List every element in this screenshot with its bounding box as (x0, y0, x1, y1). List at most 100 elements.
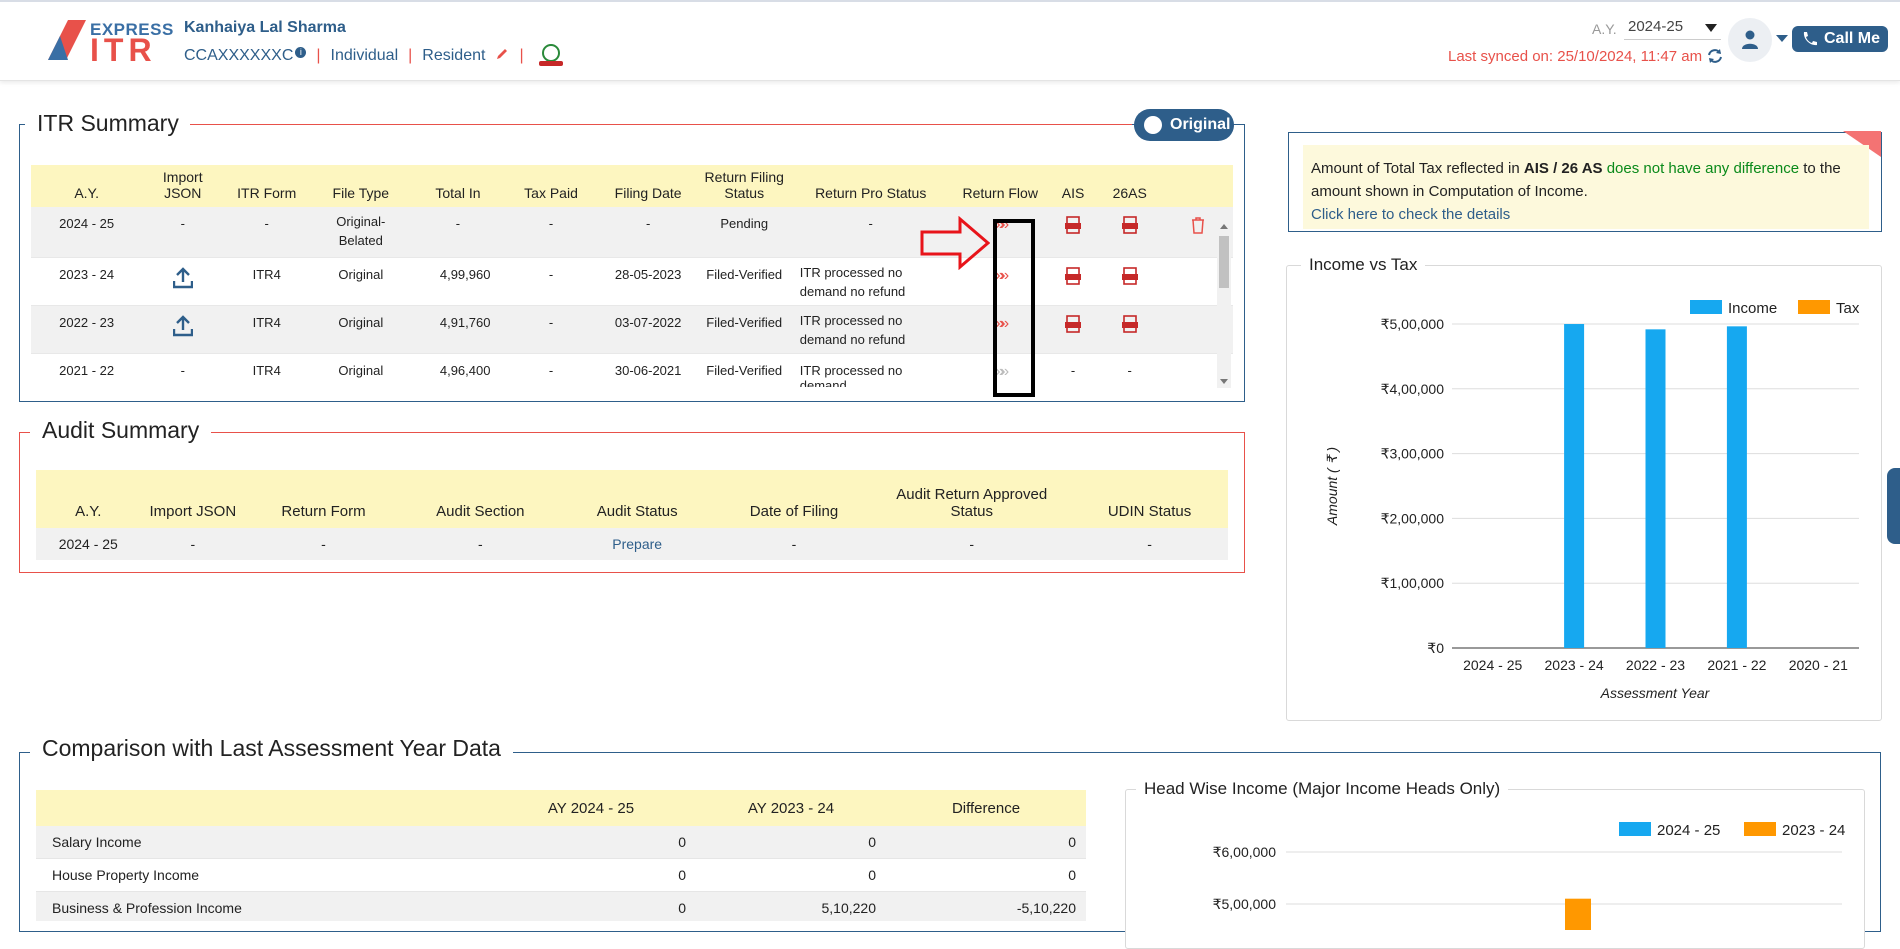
logo-itr-text: ITR (90, 32, 157, 68)
cell-diff: -5,10,220 (886, 891, 1086, 921)
cell-pro-status: ITR processed no demand (789, 353, 952, 387)
cell-import (142, 257, 224, 306)
original-badge[interactable]: Original (1134, 109, 1234, 141)
y-tick-label: ₹5,00,000 (1213, 896, 1277, 912)
legend-label: 2024 - 25 (1657, 822, 1720, 839)
col-itr-form: ITR Form (223, 165, 311, 207)
cell-filing-date: 30-06-2021 (597, 353, 699, 387)
upload-icon[interactable] (172, 266, 193, 292)
ais-pdf-icon[interactable] (1065, 266, 1082, 285)
cell-audit-status-prepare[interactable]: Prepare (558, 528, 716, 560)
delete-icon[interactable] (1190, 217, 1206, 237)
express-itr-logo[interactable]: EXPRESS ITR (46, 18, 173, 68)
cell-ais (1048, 305, 1098, 354)
ay-select-value: 2024-25 (1628, 18, 1684, 35)
col-audit-section: Audit Section (401, 470, 559, 528)
table-scrollbar[interactable] (1217, 220, 1231, 388)
26as-pdf-icon[interactable] (1121, 216, 1138, 234)
user-name: Kanhaiya Lal Sharma (184, 19, 346, 36)
cell-26as (1097, 257, 1163, 306)
ais-pdf-icon[interactable] (1065, 314, 1082, 333)
cell-approved: - (872, 528, 1072, 560)
cell-tax-paid: - (504, 257, 598, 306)
table-row: 2021 - 22 - ITR4 Original 4,96,400 - 30-… (31, 353, 1233, 387)
col-actions (1162, 165, 1233, 207)
y-tick-label: ₹3,00,000 (1381, 446, 1445, 462)
26as-pdf-icon[interactable] (1121, 266, 1138, 285)
col-difference: Difference (886, 790, 1086, 826)
cell-diff: 0 (886, 858, 1086, 892)
legend-swatch (1690, 300, 1722, 314)
cell-file-type: Original (310, 257, 412, 306)
legend-label: Income (1728, 300, 1777, 317)
legend-swatch (1619, 822, 1651, 836)
itr-summary-header-row: A.Y. Import JSON ITR Form File Type Tota… (31, 165, 1233, 207)
table-row: 2022 - 23 ITR4 Original 4,91,760 - 03-07… (31, 305, 1233, 354)
col-file-type: File Type (310, 165, 412, 207)
audit-summary-table: A.Y. Import JSON Return Form Audit Secti… (36, 470, 1228, 560)
cell-status-pending[interactable]: Pending (698, 207, 790, 258)
head-wise-income-title: Head Wise Income (Major Income Heads Onl… (1136, 779, 1509, 799)
ais-pdf-icon[interactable] (1065, 216, 1082, 234)
head-wise-income-card: Head Wise Income (Major Income Heads Onl… (1125, 779, 1865, 949)
red-arrow-annotation-icon (920, 216, 990, 270)
26as-pdf-icon[interactable] (1121, 314, 1138, 333)
cell-ais (1048, 207, 1098, 258)
col-ais: AIS (1048, 165, 1098, 207)
upload-icon[interactable] (172, 314, 193, 340)
cell-date: - (715, 528, 873, 560)
cell-prev: 0 (696, 858, 886, 892)
y-tick-label: ₹6,00,000 (1213, 844, 1277, 860)
cell-tax-paid: - (504, 207, 598, 258)
head-wise-income-chart: ₹6,00,000 ₹5,00,000 2024 - 25 2023 - 24 (1213, 822, 1845, 930)
col-import-json: Import JSON (142, 165, 224, 207)
edit-icon[interactable] (495, 47, 509, 66)
audit-summary-title: Audit Summary (30, 417, 212, 444)
cell-cur: 0 (486, 826, 696, 859)
cell-total-in: - (411, 207, 505, 258)
cell-import: - (142, 353, 224, 387)
cell-form-link[interactable]: ITR4 (223, 305, 311, 354)
pan-number: CCAXXXXXXC i (184, 47, 307, 65)
ais-notice-body: Amount of Total Tax reflected in AIS / 2… (1303, 145, 1869, 229)
cell-prev: 5,10,220 (696, 891, 886, 921)
info-icon[interactable]: i (295, 47, 307, 58)
cell-ay: 2021 - 22 (31, 353, 143, 387)
user-details: CCAXXXXXXC i | Individual | Resident | (184, 43, 568, 69)
legend-swatch (1744, 822, 1776, 836)
cell-form-link[interactable]: ITR4 (223, 353, 311, 387)
scroll-down-icon[interactable] (1220, 379, 1228, 384)
avatar-chevron-icon[interactable] (1776, 35, 1788, 42)
cell-form-link[interactable]: ITR4 (223, 257, 311, 306)
legend-label: Tax (1836, 300, 1860, 317)
call-me-button[interactable]: Call Me (1792, 26, 1888, 52)
ay-select[interactable]: 2024-25 (1624, 18, 1721, 40)
table-row: 2024 - 25 - - Original-Belated - - - Pen… (31, 207, 1233, 258)
itr-summary-title-line (190, 124, 1132, 125)
cell-tax-paid: - (504, 353, 598, 387)
ais-notice-card: Amount of Total Tax reflected in AIS / 2… (1288, 131, 1882, 232)
scroll-up-icon[interactable] (1220, 224, 1228, 229)
check-details-link[interactable]: Click here to check the details (1311, 206, 1510, 223)
y-tick-label: ₹2,00,000 (1381, 510, 1445, 526)
side-drawer-tab[interactable] (1887, 468, 1900, 544)
y-tick-label: ₹1,00,000 (1381, 575, 1445, 591)
col-return-form: Return Form (245, 470, 402, 528)
cell-form: - (245, 528, 402, 560)
cell-import: - (142, 207, 224, 258)
comparison-table: AY 2024 - 25 AY 2023 - 24 Difference Sal… (36, 790, 1086, 921)
cell-cur: 0 (486, 858, 696, 892)
cell-total-in: 4,99,960 (411, 257, 505, 306)
notice-text: Amount of Total Tax reflected in (1311, 160, 1524, 177)
table-row: 2023 - 24 ITR4 Original 4,99,960 - 28-05… (31, 257, 1233, 306)
cell-26as (1097, 305, 1163, 354)
scroll-thumb[interactable] (1219, 236, 1229, 288)
col-tax-paid: Tax Paid (504, 165, 598, 207)
user-avatar[interactable] (1728, 18, 1772, 62)
refresh-icon[interactable] (1706, 47, 1724, 65)
cell-label: House Property Income (36, 858, 486, 892)
cell-ay: 2024 - 25 (31, 207, 143, 258)
cell-pro-status: ITR processed no demand no refund (789, 305, 952, 354)
original-badge-label: Original (1170, 116, 1231, 133)
cell-prev: 0 (696, 826, 886, 859)
